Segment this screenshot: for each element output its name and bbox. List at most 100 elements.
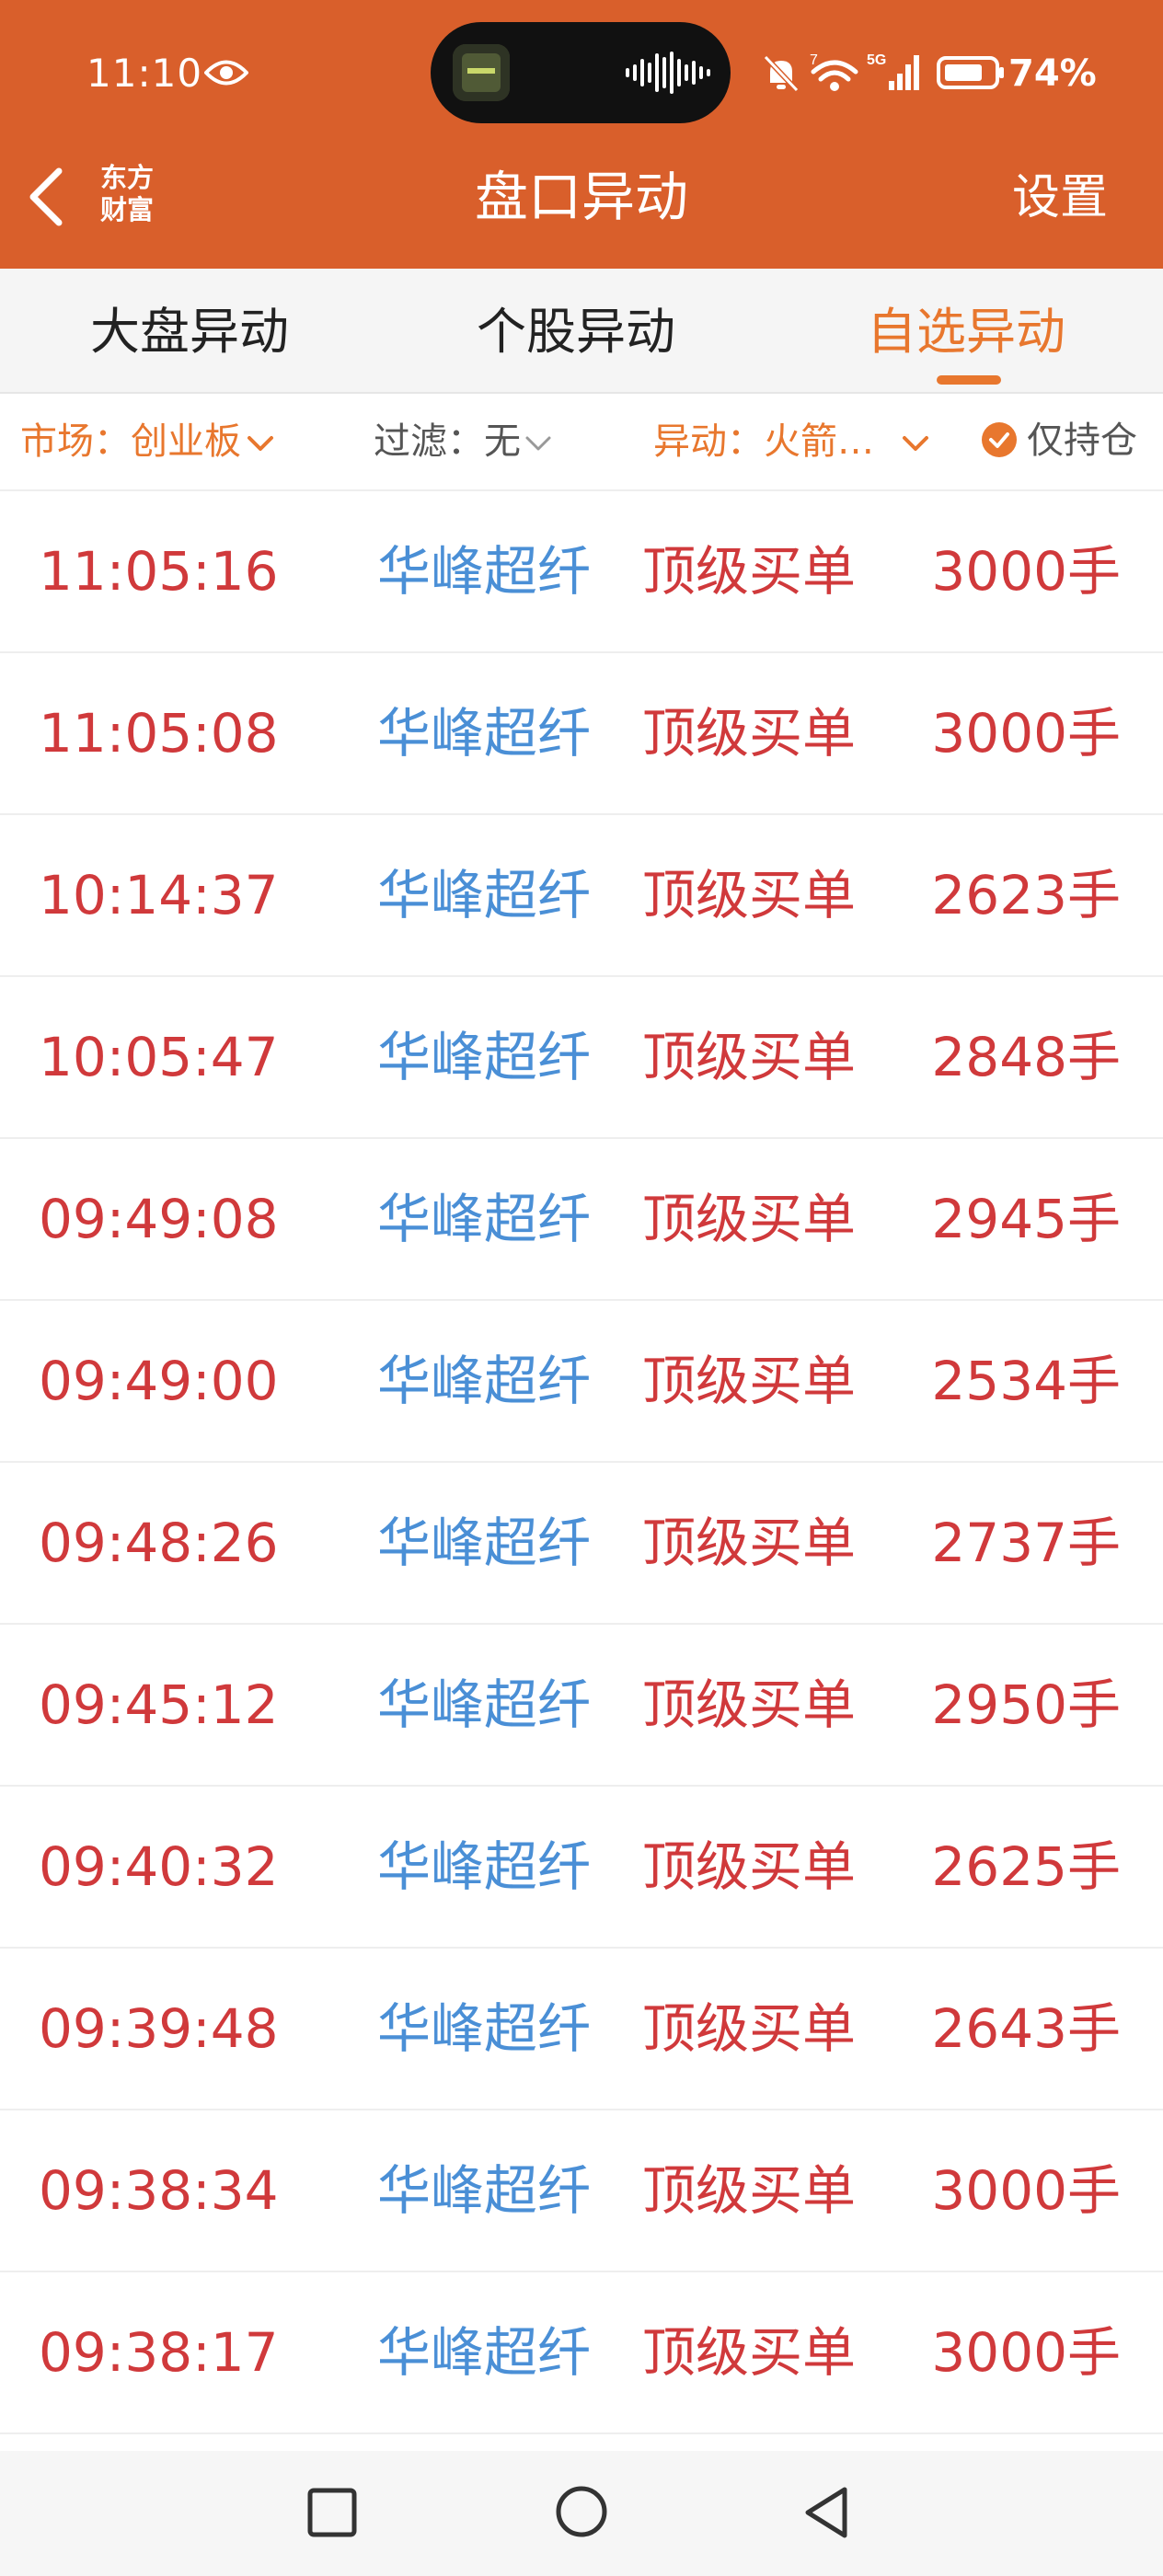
alert-type-label: 异动：火箭… — [653, 420, 874, 463]
stock-name[interactable]: 华峰超纤 — [377, 1996, 591, 2061]
tab-watchlist-alerts[interactable]: 自选异动 — [867, 302, 1065, 362]
alert-type: 顶级买单 — [642, 2159, 857, 2222]
alert-time: 09:39:48 — [39, 1997, 279, 2060]
active-tab-indicator — [937, 375, 1001, 385]
triangle-back-icon[interactable] — [800, 2484, 852, 2541]
alert-type: 顶级买单 — [642, 1188, 857, 1250]
filter-dropdown[interactable]: 过滤：无 — [374, 418, 552, 466]
alert-type: 顶级买单 — [642, 1673, 857, 1736]
battery-icon — [937, 56, 1004, 89]
cellular-signal-icon: 5G — [867, 52, 919, 90]
alert-volume: 2623手 — [931, 864, 1121, 926]
battery-percentage: 74% — [1008, 52, 1097, 95]
alert-time: 09:40:32 — [39, 1835, 279, 1898]
stock-name[interactable]: 华峰超纤 — [377, 539, 591, 604]
stock-name[interactable]: 华峰超纤 — [377, 1025, 591, 1089]
alert-volume: 2643手 — [931, 1997, 1121, 2060]
tab-bar: 大盘异动 个股异动 自选异动 — [0, 269, 1163, 394]
alert-volume: 2737手 — [931, 1512, 1121, 1574]
alert-type-dropdown[interactable]: 异动：火箭… — [653, 418, 929, 466]
status-time: 11:10 — [86, 51, 203, 96]
alert-volume: 2534手 — [931, 1350, 1121, 1412]
eye-icon — [204, 60, 248, 86]
alert-time: 09:49:08 — [39, 1188, 279, 1250]
system-navigation-bar — [0, 2451, 1163, 2576]
alert-volume: 3000手 — [931, 2321, 1121, 2384]
settings-button[interactable]: 设置 — [1012, 166, 1108, 230]
alert-row[interactable]: 09:39:48 华峰超纤 顶级买单 2643手 — [0, 1949, 1163, 2110]
chevron-down-icon — [903, 436, 928, 451]
alert-time: 09:45:12 — [39, 1673, 279, 1736]
stock-name[interactable]: 华峰超纤 — [377, 1349, 591, 1413]
circle-icon[interactable] — [554, 2484, 609, 2539]
alert-time: 09:38:17 — [39, 2321, 279, 2384]
svg-text:5G: 5G — [867, 52, 886, 68]
stock-name[interactable]: 华峰超纤 — [377, 1187, 591, 1251]
alert-row[interactable]: 09:49:08 华峰超纤 顶级买单 2945手 — [0, 1139, 1163, 1301]
stock-name[interactable]: 华峰超纤 — [377, 1834, 591, 1899]
stock-name[interactable]: 华峰超纤 — [377, 2320, 591, 2385]
market-filter-label: 市场：创业板 — [20, 420, 241, 463]
bell-muted-icon — [763, 54, 800, 93]
alert-time: 11:05:16 — [39, 540, 279, 603]
market-filter-dropdown[interactable]: 市场：创业板 — [20, 418, 274, 466]
back-arrow-icon[interactable] — [26, 166, 66, 228]
alert-time: 11:05:08 — [39, 702, 279, 765]
stock-name[interactable]: 华峰超纤 — [377, 1673, 591, 1737]
alert-time: 09:48:26 — [39, 1512, 279, 1574]
page-title: 盘口异动 — [474, 166, 688, 228]
chevron-down-icon — [525, 436, 551, 451]
wifi-icon: 7 — [810, 52, 858, 91]
alert-type: 顶级买单 — [642, 1512, 857, 1574]
alert-volume: 2950手 — [931, 1673, 1121, 1736]
alert-row[interactable]: 09:48:26 华峰超纤 顶级买单 2737手 — [0, 1463, 1163, 1625]
alert-row[interactable]: 09:40:32 华峰超纤 顶级买单 2625手 — [0, 1787, 1163, 1949]
music-cover-icon — [453, 44, 510, 101]
alert-type: 顶级买单 — [642, 2321, 857, 2384]
alert-type: 顶级买单 — [642, 864, 857, 926]
check-circle-icon[interactable] — [981, 421, 1018, 458]
tab-stock-alerts[interactable]: 个股异动 — [477, 302, 675, 362]
alert-volume: 2848手 — [931, 1026, 1121, 1088]
alert-row[interactable]: 11:05:08 华峰超纤 顶级买单 3000手 — [0, 653, 1163, 815]
alert-time: 09:49:00 — [39, 1350, 279, 1412]
square-icon[interactable] — [305, 2486, 359, 2539]
alert-volume: 2625手 — [931, 1835, 1121, 1898]
alert-volume: 3000手 — [931, 540, 1121, 603]
alert-type: 顶级买单 — [642, 702, 857, 765]
alert-list: 11:05:16 华峰超纤 顶级买单 3000手 11:05:08 华峰超纤 顶级买单 300… — [0, 491, 1163, 2434]
stock-name[interactable]: 华峰超纤 — [377, 863, 591, 927]
stock-name[interactable]: 华峰超纤 — [377, 701, 591, 765]
alert-row[interactable]: 09:45:12 华峰超纤 顶级买单 2950手 — [0, 1625, 1163, 1787]
brand-logo: 东方 财富 — [94, 162, 160, 226]
chevron-down-icon — [248, 436, 273, 451]
stock-name[interactable]: 华峰超纤 — [377, 1511, 591, 1575]
tab-market-alerts[interactable]: 大盘异动 — [90, 302, 289, 362]
alert-row[interactable]: 10:05:47 华峰超纤 顶级买单 2848手 — [0, 977, 1163, 1139]
alert-volume: 3000手 — [931, 702, 1121, 765]
svg-text:7: 7 — [810, 52, 818, 68]
brand-line-2: 财富 — [99, 194, 154, 225]
alert-volume: 2945手 — [931, 1188, 1121, 1250]
alert-type: 顶级买单 — [642, 1026, 857, 1088]
alert-row[interactable]: 10:14:37 华峰超纤 顶级买单 2623手 — [0, 815, 1163, 977]
alert-time: 09:38:34 — [39, 2159, 279, 2222]
holdings-only-label[interactable]: 仅持仓 — [1027, 418, 1137, 464]
alert-row[interactable]: 09:49:00 华峰超纤 顶级买单 2534手 — [0, 1301, 1163, 1463]
alert-time: 10:14:37 — [39, 864, 279, 926]
alert-volume: 3000手 — [931, 2159, 1121, 2222]
alert-time: 10:05:47 — [39, 1026, 279, 1088]
dynamic-island — [431, 22, 731, 123]
alert-row[interactable]: 09:38:17 华峰超纤 顶级买单 3000手 — [0, 2272, 1163, 2434]
stock-name[interactable]: 华峰超纤 — [377, 2158, 591, 2223]
filter-label: 过滤：无 — [374, 420, 521, 463]
alert-type: 顶级买单 — [642, 540, 857, 603]
audio-wave-icon — [626, 52, 710, 94]
app-header: 11:10 7 5G 74% 东方 财富 盘口异动 设置 — [0, 0, 1163, 269]
alert-row[interactable]: 11:05:16 华峰超纤 顶级买单 3000手 — [0, 491, 1163, 653]
alert-type: 顶级买单 — [642, 1350, 857, 1412]
brand-line-1: 东方 — [99, 162, 154, 193]
alert-type: 顶级买单 — [642, 1997, 857, 2060]
alert-row[interactable]: 09:38:34 华峰超纤 顶级买单 3000手 — [0, 2110, 1163, 2272]
alert-type: 顶级买单 — [642, 1835, 857, 1898]
